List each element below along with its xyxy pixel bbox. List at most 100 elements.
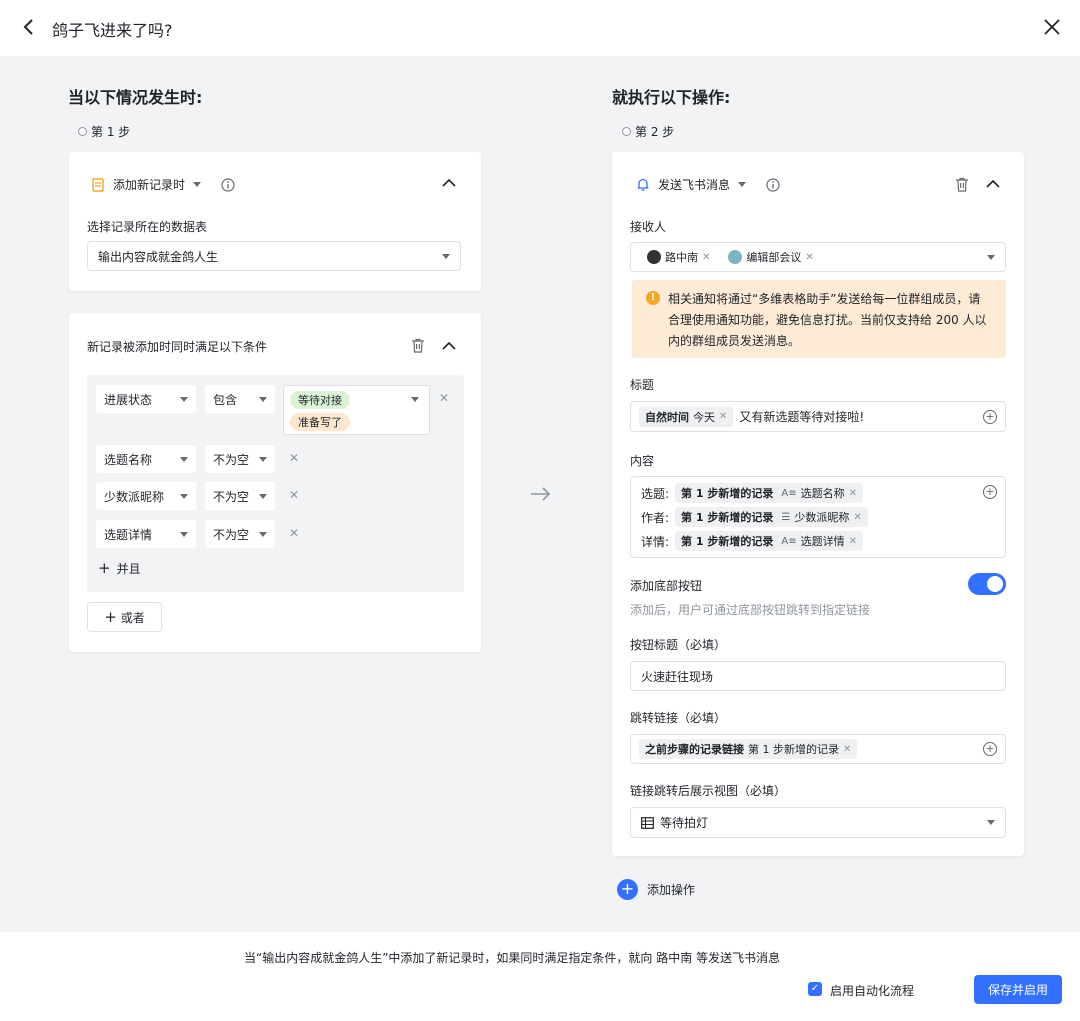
remove-condition-icon[interactable]: ✕ <box>289 526 299 540</box>
variable-chip[interactable]: 自然时间 今天 ✕ <box>639 406 734 427</box>
bottom-button-toggle[interactable] <box>968 573 1006 595</box>
remove-chip-icon[interactable]: ✕ <box>805 252 813 263</box>
notice-banner: ! 相关通知将通过“多维表格助手”发送给每一位群组成员，请合理使用通知功能，避免… <box>632 280 1006 358</box>
insert-variable-icon[interactable]: + <box>983 410 997 424</box>
table-select-label: 选择记录所在的数据表 <box>87 220 208 234</box>
add-action-button[interactable]: + 添加操作 <box>617 879 695 900</box>
chevron-down-icon[interactable] <box>193 182 202 187</box>
delete-icon[interactable] <box>411 338 425 353</box>
content-line: 选题: 第 1 步新增的记录 A≡ 选题名称 ✕ <box>641 483 863 503</box>
conditions-card: 新记录被添加时同时满足以下条件 进展状态 包含 等待对接 准备写了 ✕ 选题名称… <box>69 313 481 652</box>
condition-operator-select[interactable]: 包含 <box>205 385 275 413</box>
dropdown-caret-icon <box>180 397 188 402</box>
enable-checkbox[interactable]: ✓ <box>808 982 822 996</box>
variable-chip[interactable]: 之前步骤的记录链接 第 1 步新增的记录 ✕ <box>639 739 858 759</box>
or-label: 或者 <box>120 610 145 625</box>
bell-icon <box>637 178 649 191</box>
view-select[interactable]: 等待拍灯 <box>630 807 1006 838</box>
action-header[interactable]: 发送飞书消息 <box>636 176 780 193</box>
content-prefix: 选题: <box>641 486 670 501</box>
title-text: 又有新选题等待对接啦! <box>739 410 865 424</box>
trigger-header[interactable]: 添加新记录时 <box>91 176 235 193</box>
save-and-enable-button[interactable]: 保存并启用 <box>974 975 1062 1004</box>
info-icon[interactable] <box>221 177 235 192</box>
condition-field-select[interactable]: 选题详情 <box>96 520 196 548</box>
chip-source: 第 1 步新增的记录 <box>681 511 774 524</box>
insert-variable-icon[interactable]: + <box>983 742 997 756</box>
remove-condition-icon[interactable]: ✕ <box>289 488 299 502</box>
content-input[interactable]: 选题: 第 1 步新增的记录 A≡ 选题名称 ✕ 作者: 第 1 步新增的记录 … <box>630 476 1006 558</box>
condition-operator-value: 包含 <box>213 392 238 407</box>
recipients-select[interactable]: 路中南 ✕ 编辑部会议 ✕ <box>630 242 1006 272</box>
recipient-chip[interactable]: 路中南 ✕ <box>641 247 717 267</box>
bottom-button-hint: 添加后，用户可通过底部按钮跳转到指定链接 <box>630 603 871 617</box>
delete-icon[interactable] <box>955 177 969 192</box>
view-label: 链接跳转后展示视图（必填） <box>630 784 787 798</box>
remove-condition-icon[interactable]: ✕ <box>439 391 449 405</box>
variable-chip[interactable]: 第 1 步新增的记录 A≡ 选题名称 ✕ <box>675 483 863 503</box>
step-2-label: 第 2 步 <box>635 125 675 139</box>
footer-bar <box>0 932 1080 1021</box>
recipients-label: 接收人 <box>630 220 667 234</box>
remove-chip-icon[interactable]: ✕ <box>849 488 857 499</box>
chip-field: 今天 <box>693 410 715 424</box>
condition-value-select[interactable]: 等待对接 准备写了 <box>283 385 430 435</box>
condition-operator-value: 不为空 <box>213 527 250 542</box>
add-and-condition-button[interactable]: + 并且 <box>98 559 141 577</box>
title-input[interactable]: 自然时间 今天 ✕ 又有新选题等待对接啦! + <box>630 401 1006 432</box>
button-title-input[interactable]: 火速赶往现场 <box>630 661 1006 691</box>
back-arrow-icon[interactable] <box>20 16 38 38</box>
chip-field: 少数派昵称 <box>794 511 850 524</box>
remove-chip-icon[interactable]: ✕ <box>719 411 727 422</box>
page-title: 鸽子飞进来了吗? <box>52 21 173 40</box>
close-icon[interactable] <box>1042 17 1062 37</box>
tag-waiting: 等待对接 <box>290 391 350 409</box>
step-1-indicator: 第 1 步 <box>78 123 130 140</box>
chip-field: 选题详情 <box>800 535 845 548</box>
view-value: 等待拍灯 <box>660 816 709 830</box>
action-card: 发送飞书消息 接收人 路中南 ✕ 编辑部会议 ✕ ! 相关通知将通过“多维表格助… <box>612 152 1024 856</box>
condition-operator-select[interactable]: 不为空 <box>205 445 275 473</box>
content-prefix: 作者: <box>641 510 670 525</box>
remove-chip-icon[interactable]: ✕ <box>849 536 857 547</box>
insert-variable-icon[interactable]: + <box>983 485 997 499</box>
dropdown-caret-icon <box>411 397 419 402</box>
table-select[interactable]: 输出内容成就金鸽人生 <box>87 241 461 271</box>
collapse-chevron-icon[interactable] <box>442 178 456 188</box>
button-title-label: 按钮标题（必填） <box>630 638 727 652</box>
remove-chip-icon[interactable]: ✕ <box>843 744 851 755</box>
recipient-chip[interactable]: 编辑部会议 ✕ <box>722 247 820 267</box>
step-dot-icon <box>78 127 87 136</box>
chip-source: 第 1 步新增的记录 <box>681 535 774 548</box>
condition-field-select[interactable]: 进展状态 <box>96 385 196 413</box>
variable-chip[interactable]: 第 1 步新增的记录 A≡ 选题详情 ✕ <box>675 531 863 551</box>
top-bar: 鸽子飞进来了吗? <box>0 0 1080 56</box>
condition-operator-select[interactable]: 不为空 <box>205 482 275 510</box>
dropdown-caret-icon <box>987 820 995 825</box>
collapse-chevron-icon[interactable] <box>986 179 1000 189</box>
condition-operator-value: 不为空 <box>213 489 250 504</box>
add-action-label: 添加操作 <box>647 883 696 897</box>
condition-field-select[interactable]: 少数派昵称 <box>96 482 196 510</box>
remove-condition-icon[interactable]: ✕ <box>289 451 299 465</box>
dropdown-caret-icon <box>259 532 267 537</box>
info-icon[interactable] <box>766 177 780 192</box>
condition-field-select[interactable]: 选题名称 <box>96 445 196 473</box>
step-1-label: 第 1 步 <box>91 125 131 139</box>
collapse-chevron-icon[interactable] <box>442 341 456 351</box>
chevron-down-icon[interactable] <box>738 182 747 187</box>
chip-field: 第 1 步新增的记录 <box>748 743 839 756</box>
table-select-value: 输出内容成就金鸽人生 <box>98 249 219 264</box>
add-or-condition-button[interactable]: + 或者 <box>87 602 162 632</box>
remove-chip-icon[interactable]: ✕ <box>702 252 710 263</box>
link-input[interactable]: 之前步骤的记录链接 第 1 步新增的记录 ✕ + <box>630 734 1006 764</box>
and-label: 并且 <box>116 561 141 576</box>
trigger-name: 添加新记录时 <box>113 178 186 192</box>
remove-chip-icon[interactable]: ✕ <box>853 512 861 523</box>
variable-chip[interactable]: 第 1 步新增的记录 ☰ 少数派昵称 ✕ <box>675 507 868 527</box>
condition-operator-select[interactable]: 不为空 <box>205 520 275 548</box>
button-title-value: 火速赶往现场 <box>641 669 714 684</box>
flow-arrow-icon <box>531 487 551 501</box>
condition-operator-value: 不为空 <box>213 452 250 467</box>
dropdown-caret-icon <box>442 254 450 259</box>
